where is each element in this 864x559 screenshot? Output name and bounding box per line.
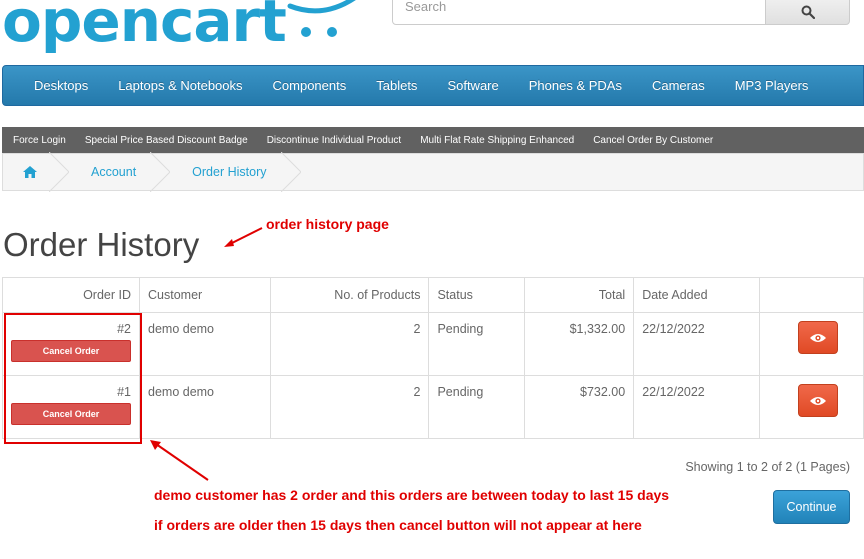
breadcrumb: Account Order History: [2, 152, 864, 192]
annotation-rule-note: if orders are older then 15 days then ca…: [154, 517, 642, 533]
column-header-date: Date Added: [633, 277, 761, 313]
extensions-bar: Force Login Special Price Based Discount…: [2, 127, 864, 153]
action-cell: [759, 312, 864, 376]
status-cell: Pending: [428, 375, 526, 439]
customer-cell: demo demo: [139, 312, 271, 376]
products-cell: 2: [269, 312, 430, 376]
action-cell: [759, 375, 864, 439]
column-header-customer: Customer: [139, 277, 271, 313]
breadcrumb-home[interactable]: [3, 152, 69, 192]
pagination-info: Showing 1 to 2 of 2 (1 Pages): [685, 460, 850, 474]
main-menu: Desktops Laptops & Notebooks Components …: [2, 65, 864, 106]
eye-icon: [810, 396, 827, 405]
products-cell: 2: [269, 375, 430, 439]
annotation-highlight-box: [4, 313, 142, 444]
ext-link-force-login[interactable]: Force Login: [13, 135, 66, 146]
menu-item-laptops[interactable]: Laptops & Notebooks: [103, 78, 257, 93]
view-order-button[interactable]: [798, 384, 839, 417]
view-order-button[interactable]: [798, 321, 839, 354]
column-header-order-id: Order ID: [2, 277, 140, 313]
menu-item-desktops[interactable]: Desktops: [19, 78, 103, 93]
annotation-demo-note: demo customer has 2 order and this order…: [154, 487, 670, 503]
page-title: Order History: [3, 226, 200, 263]
annotation-arrow-icon: [224, 227, 263, 247]
total-cell: $732.00: [524, 375, 635, 439]
column-header-status: Status: [428, 277, 526, 313]
search-icon: [801, 5, 815, 19]
status-cell: Pending: [428, 312, 526, 376]
ext-link-cancel-order[interactable]: Cancel Order By Customer: [593, 135, 713, 146]
total-cell: $1,332.00: [524, 312, 635, 376]
menu-item-tablets[interactable]: Tablets: [361, 78, 432, 93]
logo-text: opencart: [2, 0, 287, 55]
column-header-action: [759, 277, 864, 313]
breadcrumb-account-label: Account: [91, 165, 137, 179]
column-header-products: No. of Products: [269, 277, 430, 313]
date-cell: 22/12/2022: [633, 375, 761, 439]
ext-link-discontinue-product[interactable]: Discontinue Individual Product: [267, 135, 402, 146]
annotation-arrow-icon: [150, 440, 209, 481]
breadcrumb-order-history[interactable]: Order History: [164, 152, 301, 192]
menu-item-software[interactable]: Software: [432, 78, 513, 93]
continue-button[interactable]: Continue: [773, 490, 850, 524]
search-bar: Search: [392, 0, 850, 25]
home-icon: [23, 166, 37, 178]
menu-item-cameras[interactable]: Cameras: [637, 78, 720, 93]
column-header-total: Total: [524, 277, 635, 313]
ext-link-discount-badge[interactable]: Special Price Based Discount Badge: [85, 135, 248, 146]
breadcrumb-account[interactable]: Account: [63, 152, 171, 192]
opencart-logo[interactable]: opencart: [0, 0, 380, 56]
annotation-page-note: order history page: [266, 216, 389, 232]
menu-item-mp3-players[interactable]: MP3 Players: [720, 78, 824, 93]
search-button[interactable]: [765, 0, 850, 25]
menu-item-components[interactable]: Components: [258, 78, 362, 93]
customer-cell: demo demo: [139, 375, 271, 439]
date-cell: 22/12/2022: [633, 312, 761, 376]
breadcrumb-order-history-label: Order History: [192, 165, 267, 179]
ext-link-flat-rate-shipping[interactable]: Multi Flat Rate Shipping Enhanced: [420, 135, 574, 146]
eye-icon: [810, 333, 827, 342]
search-input[interactable]: Search: [392, 0, 766, 25]
cart-logo-icon: [287, 0, 356, 37]
breadcrumb-separator: [280, 152, 301, 192]
menu-item-phones[interactable]: Phones & PDAs: [514, 78, 637, 93]
table-header-row: Order ID Customer No. of Products Status…: [2, 277, 864, 313]
